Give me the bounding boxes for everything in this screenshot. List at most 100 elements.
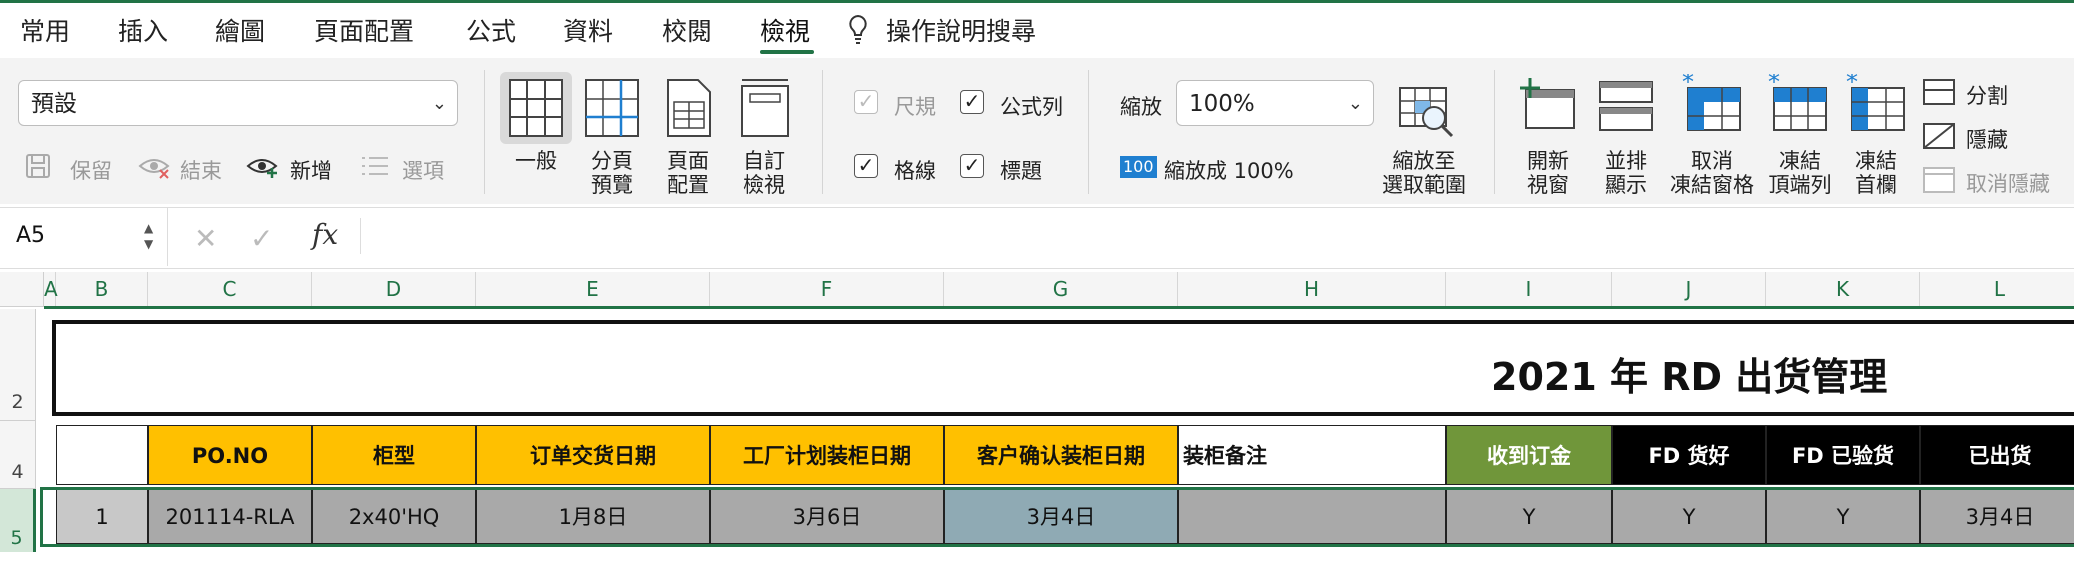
data-cell-l5[interactable]: 3月4日 [1920, 489, 2074, 544]
unhide-button[interactable]: 取消隱藏 [1966, 168, 2050, 198]
grid-icon [509, 79, 563, 137]
new-window-icon[interactable] [1516, 76, 1580, 136]
unfreeze-panes-icon[interactable]: * [1680, 68, 1744, 138]
row-header-4[interactable]: 4 [0, 420, 36, 488]
sheet-title-cell[interactable]: 2021 年 RD 出货管理 [52, 320, 2074, 416]
data-cell-h5[interactable] [1178, 489, 1446, 544]
svg-text:*: * [1682, 74, 1694, 96]
row-header-2[interactable]: 2 [0, 309, 36, 420]
column-header-d[interactable]: D [312, 272, 476, 306]
help-search[interactable]: 操作說明搜尋 [886, 12, 1036, 48]
headings-checkbox[interactable]: ✓ [960, 154, 984, 178]
zoom-100-button[interactable]: 縮放成 100% [1164, 155, 1294, 185]
insert-function-icon[interactable]: fx [312, 218, 338, 251]
tab-home[interactable]: 常用 [20, 12, 70, 48]
zoom-to-selection-icon[interactable] [1390, 82, 1460, 146]
column-header-a[interactable]: A [44, 272, 58, 306]
column-header-g[interactable]: G [944, 272, 1178, 306]
column-header-f[interactable]: F [710, 272, 944, 306]
keep-button[interactable]: 保留 [70, 155, 112, 185]
tab-review[interactable]: 校閱 [662, 12, 712, 48]
column-header-e[interactable]: E [476, 272, 710, 306]
header-cell-fd-inspected[interactable]: FD 已验货 [1766, 425, 1920, 485]
row-header-5[interactable]: 5 [0, 488, 36, 552]
data-cell-g5[interactable]: 3月4日 [944, 489, 1178, 544]
tab-insert[interactable]: 插入 [118, 12, 168, 48]
header-cell-customer-date[interactable]: 客户确认装柜日期 [944, 425, 1178, 485]
divider [822, 70, 823, 194]
ruler-checkbox[interactable]: ✓ [854, 90, 878, 114]
name-box-value: A5 [16, 223, 46, 248]
divider [484, 70, 485, 194]
hide-icon[interactable] [1922, 122, 1956, 154]
lightbulb-icon[interactable] [847, 14, 869, 50]
freeze-first-column-icon[interactable]: * [1844, 68, 1908, 138]
gridlines-checkbox[interactable]: ✓ [854, 154, 878, 178]
header-cell-po[interactable]: PO.NO [148, 425, 312, 485]
custom-views-button[interactable] [728, 72, 800, 144]
split-icon[interactable] [1922, 78, 1956, 110]
data-cell-e5[interactable]: 1月8日 [476, 489, 710, 544]
name-box[interactable]: A5 ▲ ▼ [0, 208, 168, 266]
data-cell-f5[interactable]: 3月6日 [710, 489, 944, 544]
freeze-top-row-icon[interactable]: * [1766, 68, 1830, 138]
column-header-l[interactable]: L [1920, 272, 2074, 306]
data-cell-c5[interactable]: 201114-RLA [148, 489, 312, 544]
enter-icon: ✓ [250, 222, 274, 255]
header-cell-shipped[interactable]: 已出货 [1920, 425, 2074, 485]
new-window-label-2: 視窗 [1527, 173, 1569, 197]
data-cell-i5[interactable]: Y [1446, 489, 1612, 544]
svg-text:*: * [1768, 74, 1780, 96]
tab-data[interactable]: 資料 [563, 12, 613, 48]
header-cell-factory-date[interactable]: 工厂计划装柜日期 [710, 425, 944, 485]
column-header-b[interactable]: B [56, 272, 148, 306]
row-divider [0, 420, 36, 421]
header-cell-fd-ready[interactable]: FD 货好 [1612, 425, 1766, 485]
column-header-j[interactable]: J [1612, 272, 1766, 306]
header-cell-container[interactable]: 柜型 [312, 425, 476, 485]
tab-page-layout[interactable]: 頁面配置 [314, 12, 414, 48]
data-cell-d5[interactable]: 2x40'HQ [312, 489, 476, 544]
split-button[interactable]: 分割 [1966, 80, 2008, 110]
column-header-i[interactable]: I [1446, 272, 1612, 306]
normal-view-button[interactable] [500, 72, 572, 144]
gridlines-label: 格線 [894, 159, 936, 183]
page-break-preview-button[interactable] [576, 72, 648, 144]
zoom-select[interactable]: 100% ⌄ [1176, 80, 1374, 126]
select-all-corner[interactable] [0, 272, 44, 306]
exit-button[interactable]: 結束 [180, 155, 222, 185]
data-cell-k5[interactable]: Y [1766, 489, 1920, 544]
arrange-all-icon[interactable] [1596, 78, 1656, 138]
tab-view[interactable]: 檢視 [760, 12, 810, 48]
new-window-label-1: 開新 [1527, 149, 1569, 173]
tab-draw[interactable]: 繪圖 [215, 12, 265, 48]
page-layout-button[interactable] [652, 72, 724, 144]
sheet-title: 2021 年 RD 出货管理 [1491, 355, 1888, 399]
data-cell-b5[interactable]: 1 [56, 489, 148, 544]
headings-label: 標題 [1000, 159, 1042, 183]
formula-input[interactable] [368, 210, 2068, 264]
header-cell-loading-notes[interactable]: 装柜备注 [1178, 425, 1446, 485]
data-cell-j5[interactable]: Y [1612, 489, 1766, 544]
column-header-k[interactable]: K [1766, 272, 1920, 306]
chevron-down-icon: ⌄ [431, 93, 447, 114]
ruler-label: 尺規 [894, 95, 936, 119]
page-break-icon [585, 79, 639, 137]
header-cell-order-date[interactable]: 订单交货日期 [476, 425, 710, 485]
hide-button[interactable]: 隱藏 [1966, 124, 2008, 154]
new-view-button[interactable]: 新增 [290, 155, 332, 185]
column-header-c[interactable]: C [148, 272, 312, 306]
name-box-stepper-icon[interactable]: ▲ ▼ [144, 220, 153, 252]
divider [1088, 70, 1089, 194]
page-break-label-1: 分頁 [591, 149, 633, 173]
header-cell-deposit[interactable]: 收到订金 [1446, 425, 1612, 485]
tab-formulas[interactable]: 公式 [466, 12, 516, 48]
column-header-h[interactable]: H [1178, 272, 1446, 306]
options-button[interactable]: 選項 [402, 155, 444, 185]
header-cell-b[interactable] [56, 425, 148, 485]
eye-add-icon [246, 152, 280, 184]
sheet-view-select[interactable]: 預設 ⌄ [18, 80, 458, 126]
sheet-view-value: 預設 [31, 91, 77, 117]
formula-bar-checkbox[interactable]: ✓ [960, 90, 984, 114]
page-break-label-2: 預覽 [591, 173, 633, 197]
